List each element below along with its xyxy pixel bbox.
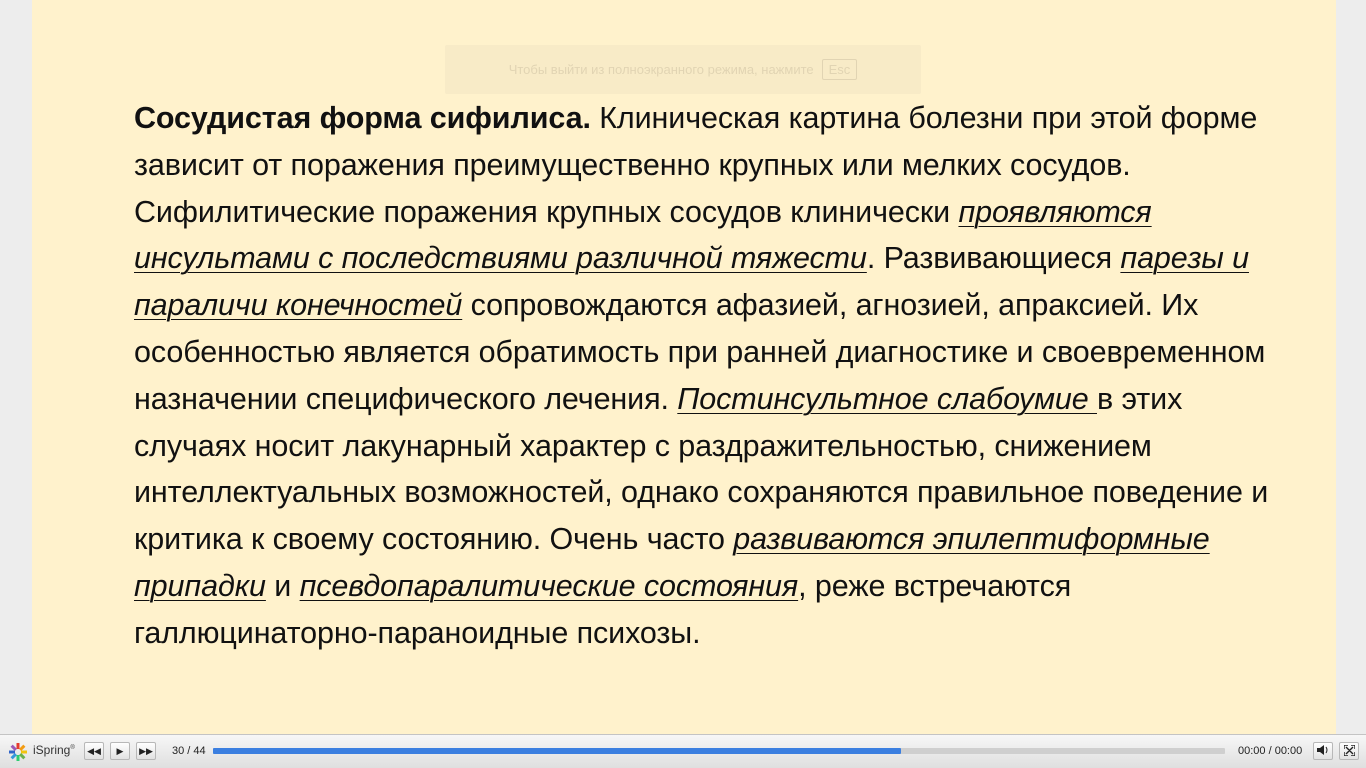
volume-icon	[1317, 745, 1329, 757]
slide-canvas: Чтобы выйти из полноэкранного режима, на…	[32, 0, 1336, 734]
fullscreen-exit-hint: Чтобы выйти из полноэкранного режима, на…	[445, 45, 921, 94]
fast-forward-icon: ▶▶	[139, 745, 153, 756]
fullscreen-button[interactable]	[1339, 742, 1359, 760]
fullscreen-icon	[1342, 743, 1356, 758]
fullscreen-exit-hint-text: Чтобы выйти из полноэкранного режима, на…	[508, 62, 814, 77]
time-display: 00:00 / 00:00	[1238, 745, 1303, 757]
emphasized-text: Постинсультное слабоумие	[677, 381, 1097, 416]
next-slide-button[interactable]: ▶▶	[136, 742, 156, 760]
ispring-logo-icon	[8, 742, 28, 762]
brand-label: iSpring®	[33, 743, 75, 757]
progress-fill	[213, 748, 902, 754]
play-button[interactable]: ▶	[110, 742, 130, 760]
text-segment: и	[265, 568, 300, 603]
play-icon: ▶	[116, 745, 124, 756]
player-control-bar: iSpring® ◀◀ ▶ ▶▶ 30 / 44 00:00 / 00:00	[0, 734, 1366, 768]
brand-name: iSpring	[33, 743, 71, 757]
slide-counter: 30 / 44	[172, 745, 206, 757]
progress-track[interactable]	[213, 748, 1225, 754]
slide-heading: Сосудистая форма сифилиса.	[134, 101, 591, 135]
slide-body-text: Сосудистая форма сифилиса. Клиническая к…	[134, 95, 1274, 657]
volume-button[interactable]	[1313, 742, 1333, 760]
rewind-icon: ◀◀	[87, 745, 101, 756]
emphasized-text: псевдопаралитические состояния	[299, 568, 799, 603]
previous-slide-button[interactable]: ◀◀	[84, 742, 104, 760]
brand-registered-mark: ®	[70, 745, 75, 751]
esc-key-badge: Esc	[821, 59, 858, 80]
text-segment: . Развивающиеся	[866, 241, 1121, 276]
